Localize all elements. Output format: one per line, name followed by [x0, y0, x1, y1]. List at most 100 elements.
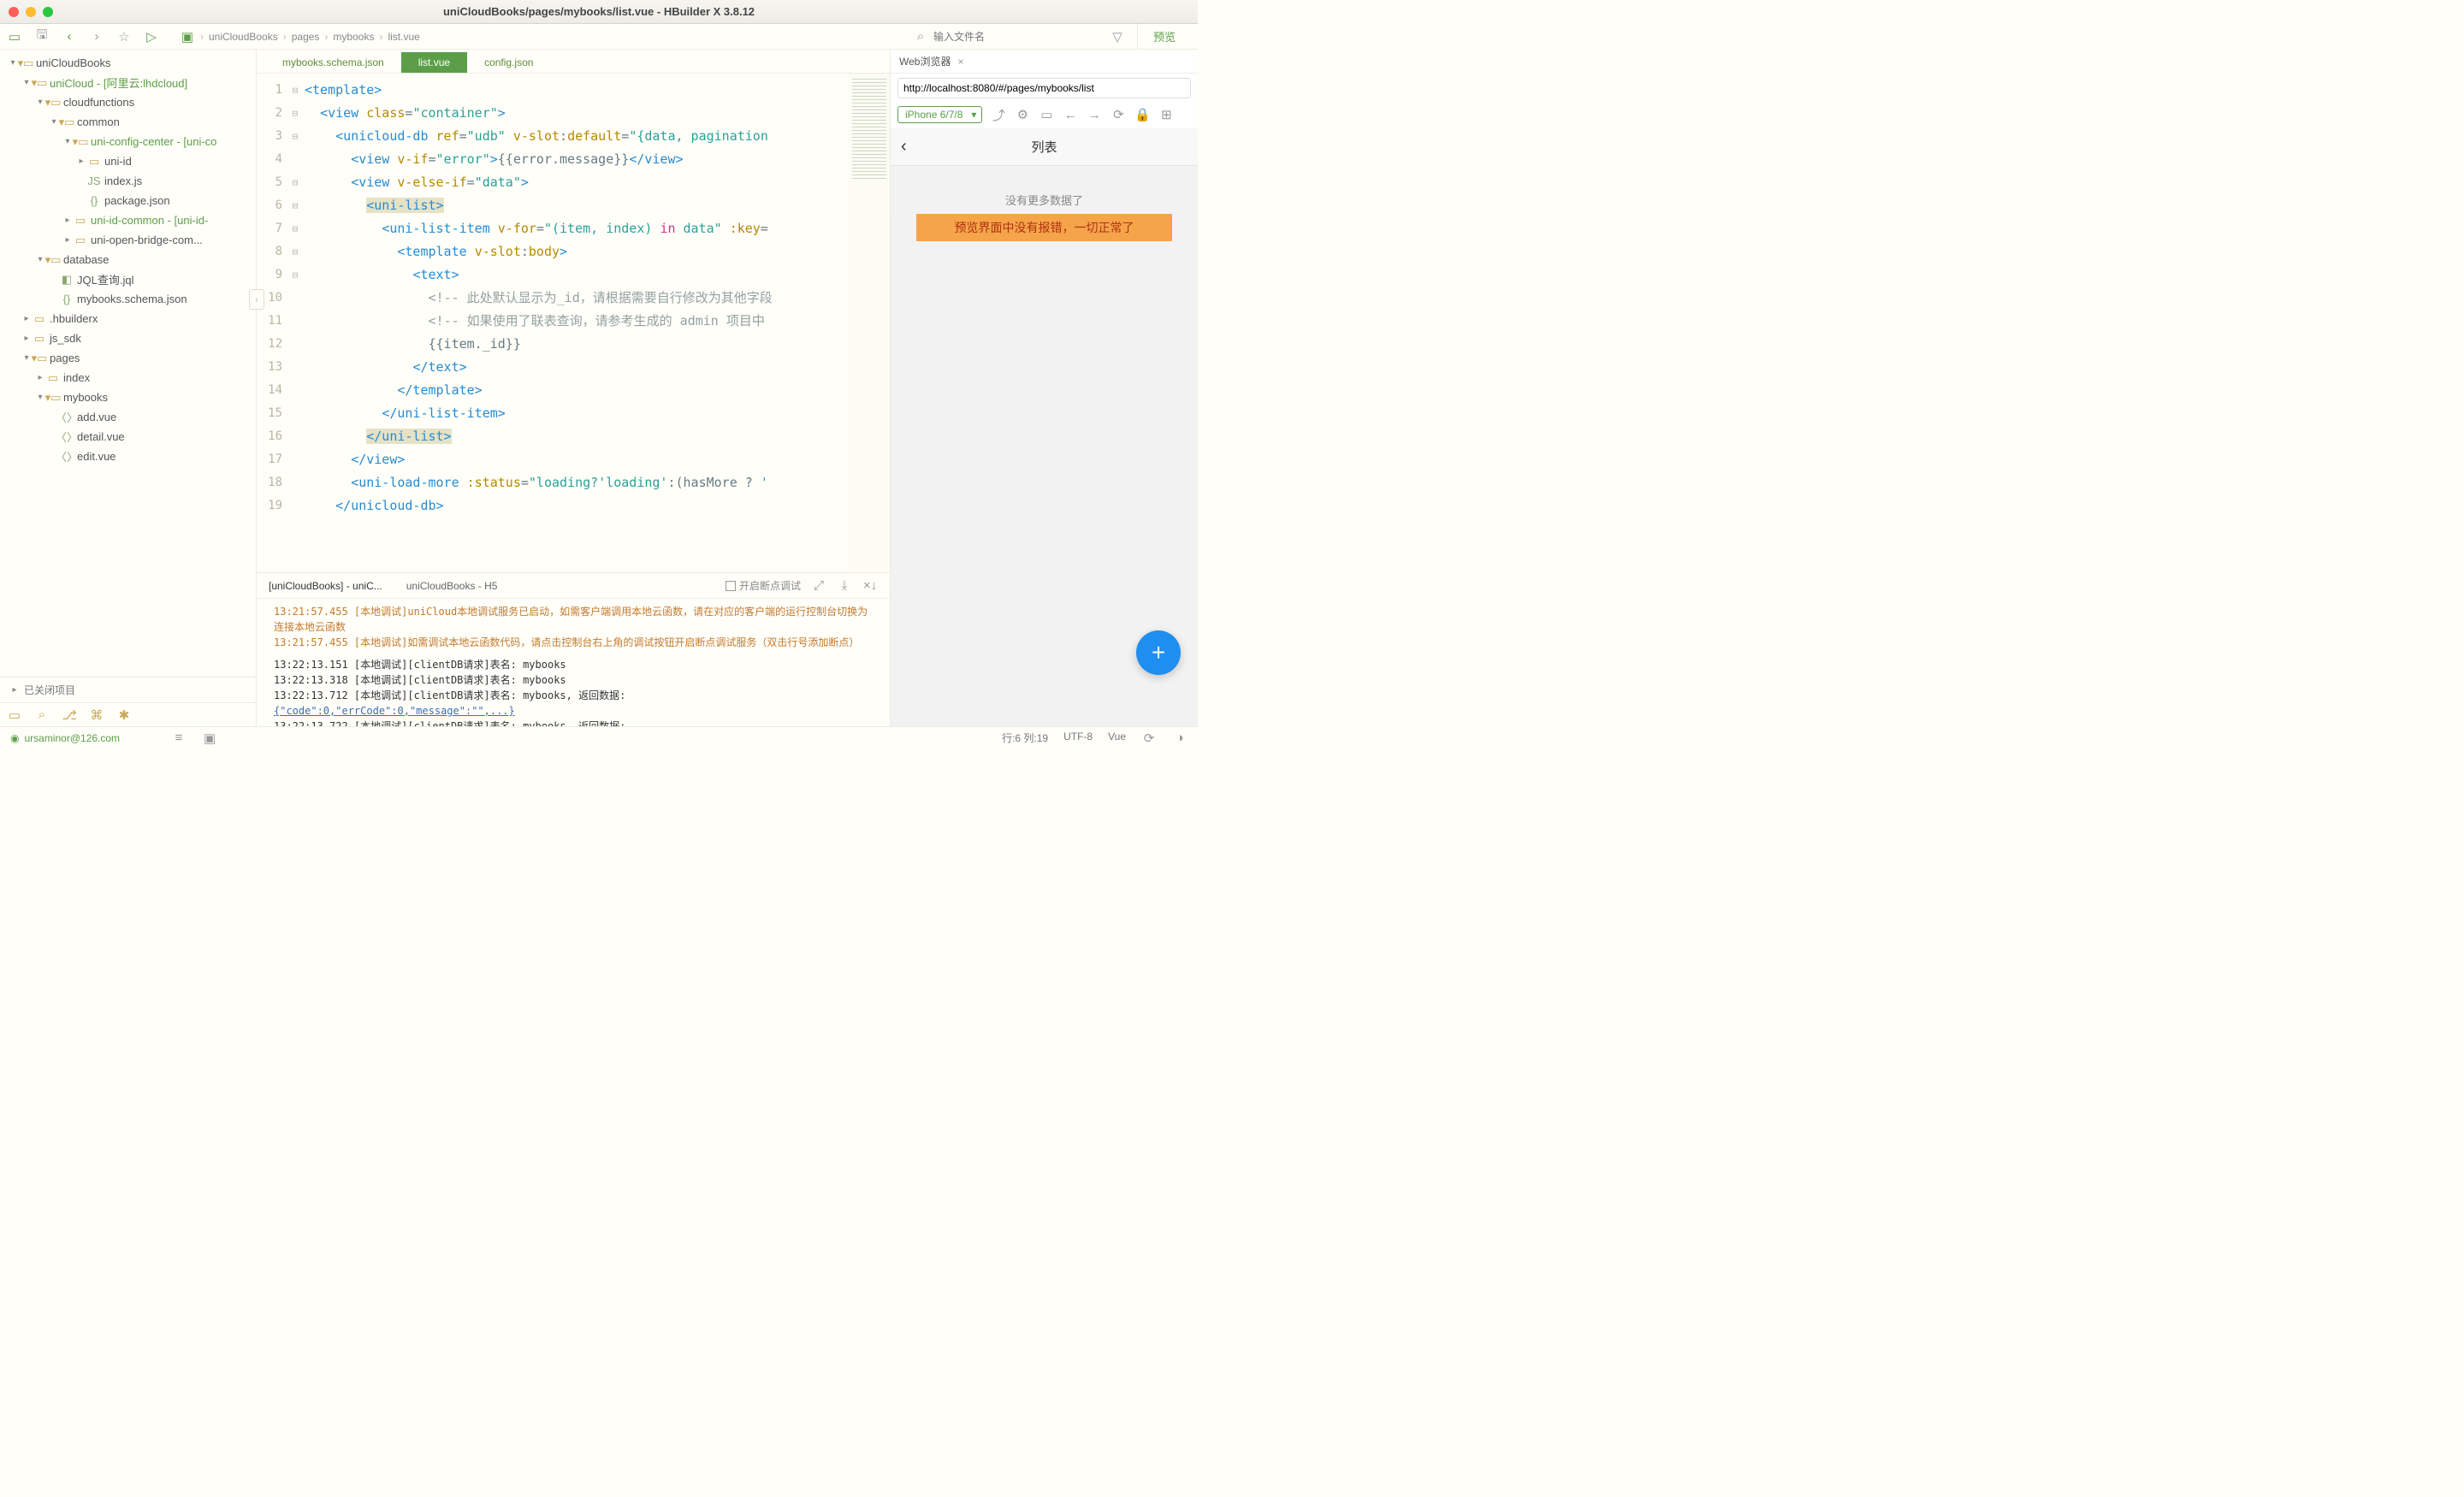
new-file-icon[interactable]: ▭: [7, 29, 22, 44]
tree-item[interactable]: ▾▾▭pages: [0, 348, 256, 368]
devtools-icon[interactable]: ⚙: [1015, 107, 1030, 122]
tree-item[interactable]: 〈〉detail.vue: [0, 427, 256, 447]
tree-label: uni-id: [104, 155, 132, 168]
sidebar-folder-icon[interactable]: ▭: [7, 707, 22, 723]
star-icon[interactable]: ☆: [116, 29, 132, 44]
sidebar-git-icon[interactable]: ⎇: [62, 707, 77, 723]
tree-item[interactable]: ▸▭index: [0, 368, 256, 388]
save-icon[interactable]: 🖫: [34, 29, 50, 44]
tree-item[interactable]: ▾▾▭uniCloud - [阿里云:lhdcloud]: [0, 73, 256, 92]
tree-label: cloudfunctions: [63, 96, 134, 109]
tree-item[interactable]: ▾▾▭uni-config-center - [uni-co: [0, 132, 256, 151]
closed-projects[interactable]: ▸已关闭项目: [0, 677, 256, 702]
browser-forward-icon[interactable]: →: [1087, 107, 1102, 122]
breadcrumb-item[interactable]: uniCloudBooks: [209, 31, 278, 43]
editor-tab[interactable]: mybooks.schema.json: [265, 52, 401, 73]
list-icon[interactable]: ≡: [171, 731, 187, 746]
fold-gutter[interactable]: ⊟⊟⊟⊟⊟⊟⊟⊟: [289, 74, 301, 572]
tree-item[interactable]: ▾▾▭cloudfunctions: [0, 92, 256, 112]
editor-tab[interactable]: list.vue: [401, 52, 467, 73]
fab-add-button[interactable]: +: [1136, 630, 1181, 675]
tree-label: detail.vue: [77, 430, 125, 443]
refresh-icon[interactable]: ⟳: [1111, 107, 1126, 122]
browser-url-input[interactable]: [897, 78, 1191, 98]
tree-item[interactable]: 〈〉add.vue: [0, 407, 256, 427]
console-tab[interactable]: [uniCloudBooks] - uniC...: [269, 580, 382, 592]
run-icon[interactable]: ▷: [144, 29, 159, 44]
breadcrumb-item[interactable]: pages: [292, 31, 320, 43]
folder-closed-icon: ▭: [46, 371, 60, 385]
preview-viewport[interactable]: ‹ 列表 没有更多数据了 预览界面中没有报错，一切正常了 +: [891, 128, 1198, 726]
encoding[interactable]: UTF-8: [1063, 731, 1093, 746]
tree-arrow-icon[interactable]: ▸: [62, 216, 74, 225]
browser-tab-close-icon[interactable]: ×: [957, 56, 963, 68]
tree-arrow-icon[interactable]: ▸: [21, 314, 33, 323]
tree-label: JQL查询.jql: [77, 271, 133, 287]
tree-item[interactable]: ▾▾▭mybooks: [0, 388, 256, 407]
console-popout-icon[interactable]: ⤢: [811, 578, 826, 594]
sidebar-binoculars-icon[interactable]: ⌕: [34, 707, 50, 723]
forward-icon[interactable]: ›: [89, 29, 104, 44]
notification-icon[interactable]: ◑: [1172, 731, 1188, 746]
console-close-icon[interactable]: ×↓: [862, 578, 878, 594]
tree-item[interactable]: {}package.json: [0, 191, 256, 210]
terminal-icon[interactable]: ▣: [202, 731, 217, 746]
tree-arrow-icon[interactable]: ▸: [21, 334, 33, 343]
tree-arrow-icon[interactable]: ▸: [62, 235, 74, 245]
tree-item[interactable]: ▾▾▭uniCloudBooks: [0, 53, 256, 73]
file-tree[interactable]: ▾▾▭uniCloudBooks▾▾▭uniCloud - [阿里云:lhdcl…: [0, 50, 256, 677]
search-icon[interactable]: ⌕: [913, 29, 928, 44]
lock-icon[interactable]: 🔒: [1134, 107, 1150, 122]
sidebar-footer: ▭ ⌕ ⎇ ⌘ ✱: [0, 702, 256, 726]
tree-item[interactable]: ▸▭.hbuilderx: [0, 309, 256, 328]
qr-icon[interactable]: ⊞: [1158, 107, 1174, 122]
filter-icon[interactable]: ▽: [1110, 29, 1125, 44]
back-icon[interactable]: ‹: [62, 29, 77, 44]
screenshot-icon[interactable]: ⤴: [991, 107, 1006, 122]
cursor-position[interactable]: 行:6 列:19: [1002, 731, 1048, 746]
tree-item[interactable]: ◧JQL查询.jql: [0, 269, 256, 289]
tree-label: uni-config-center - [uni-co: [91, 135, 216, 148]
tree-item[interactable]: ▾▾▭common: [0, 112, 256, 132]
console-panel: [uniCloudBooks] - uniC... uniCloudBooks …: [257, 572, 890, 726]
console-download-icon[interactable]: ⤓: [837, 578, 852, 594]
tree-arrow-icon[interactable]: ▸: [34, 373, 46, 382]
tree-item[interactable]: ▸▭uni-open-bridge-com...: [0, 230, 256, 250]
code-area[interactable]: <template> <view class="container"> <uni…: [301, 74, 849, 572]
phone-page-title: 列表: [1031, 138, 1057, 156]
tree-label: uni-open-bridge-com...: [91, 234, 203, 246]
minimap[interactable]: [849, 74, 890, 572]
tree-item[interactable]: ▾▾▭database: [0, 250, 256, 269]
tree-label: mybooks.schema.json: [77, 293, 187, 305]
editor[interactable]: 12345678910111213141516171819 ⊟⊟⊟⊟⊟⊟⊟⊟ <…: [257, 74, 890, 572]
tree-arrow-icon[interactable]: ▸: [75, 157, 87, 166]
file-icon: JS: [87, 175, 101, 187]
phone-back-icon[interactable]: ‹: [901, 137, 907, 157]
search-input[interactable]: [933, 31, 1105, 43]
tree-item[interactable]: ▸▭uni-id-common - [uni-id-: [0, 210, 256, 230]
sidebar-bug-icon[interactable]: ✱: [116, 707, 132, 723]
editor-tab[interactable]: config.json: [467, 52, 550, 73]
tree-item[interactable]: ▸▭uni-id: [0, 151, 256, 171]
breadcrumb-item[interactable]: list.vue: [388, 31, 419, 43]
device-select[interactable]: iPhone 6/7/8: [897, 106, 982, 123]
tree-item[interactable]: 〈〉edit.vue: [0, 447, 256, 466]
console-log[interactable]: 13:21:57.455 [本地调试]uniCloud本地调试服务已启动，如需客…: [257, 599, 890, 726]
console-tab[interactable]: uniCloudBooks - H5: [406, 580, 498, 592]
sidebar-terminal-icon[interactable]: ⌘: [89, 707, 104, 723]
preview-button[interactable]: 预览: [1137, 24, 1191, 49]
tree-item[interactable]: JSindex.js: [0, 171, 256, 191]
breakpoint-toggle[interactable]: 开启断点调试: [726, 578, 801, 593]
sync-icon[interactable]: ⟳: [1141, 731, 1157, 746]
user-email[interactable]: ursaminor@126.com: [24, 732, 120, 744]
language-mode[interactable]: Vue: [1108, 731, 1126, 746]
collapse-sidebar-icon[interactable]: ‹: [249, 289, 264, 310]
browser-back-icon[interactable]: ←: [1063, 107, 1078, 122]
tree-item[interactable]: {}mybooks.schema.json: [0, 289, 256, 309]
popout-icon[interactable]: ▭: [1039, 107, 1054, 122]
breadcrumb-item[interactable]: mybooks: [333, 31, 374, 43]
file-icon: {}: [87, 194, 101, 207]
tree-item[interactable]: ▸▭js_sdk: [0, 328, 256, 348]
browser-panel: Web浏览器 × iPhone 6/7/8 ⤴ ⚙ ▭ ← → ⟳ 🔒 ⊞ ‹ …: [890, 50, 1198, 726]
folder-open-icon: ▾▭: [33, 76, 46, 90]
